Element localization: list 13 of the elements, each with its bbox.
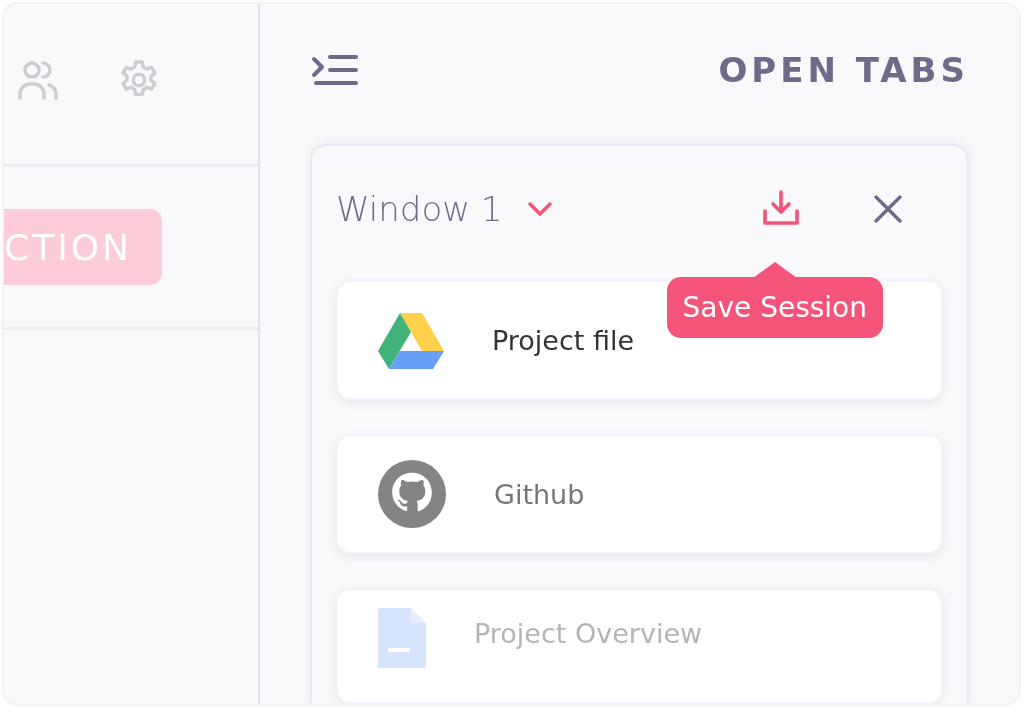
save-session-tooltip: Save Session	[666, 262, 883, 338]
document-icon	[378, 608, 426, 668]
panel-title: OPEN TABS	[718, 50, 969, 90]
tab-title: Github	[494, 478, 585, 510]
tab-title: Project file	[492, 324, 635, 356]
drive-icon	[378, 311, 444, 369]
chevron-icon[interactable]	[526, 201, 553, 217]
menu-icon[interactable]	[310, 53, 360, 87]
close-icon[interactable]	[873, 194, 903, 224]
tab-title: Project Overview	[474, 618, 703, 649]
tab-item[interactable]: Github	[336, 434, 943, 554]
github-icon	[378, 460, 446, 528]
window-title: Window 1	[336, 189, 503, 229]
